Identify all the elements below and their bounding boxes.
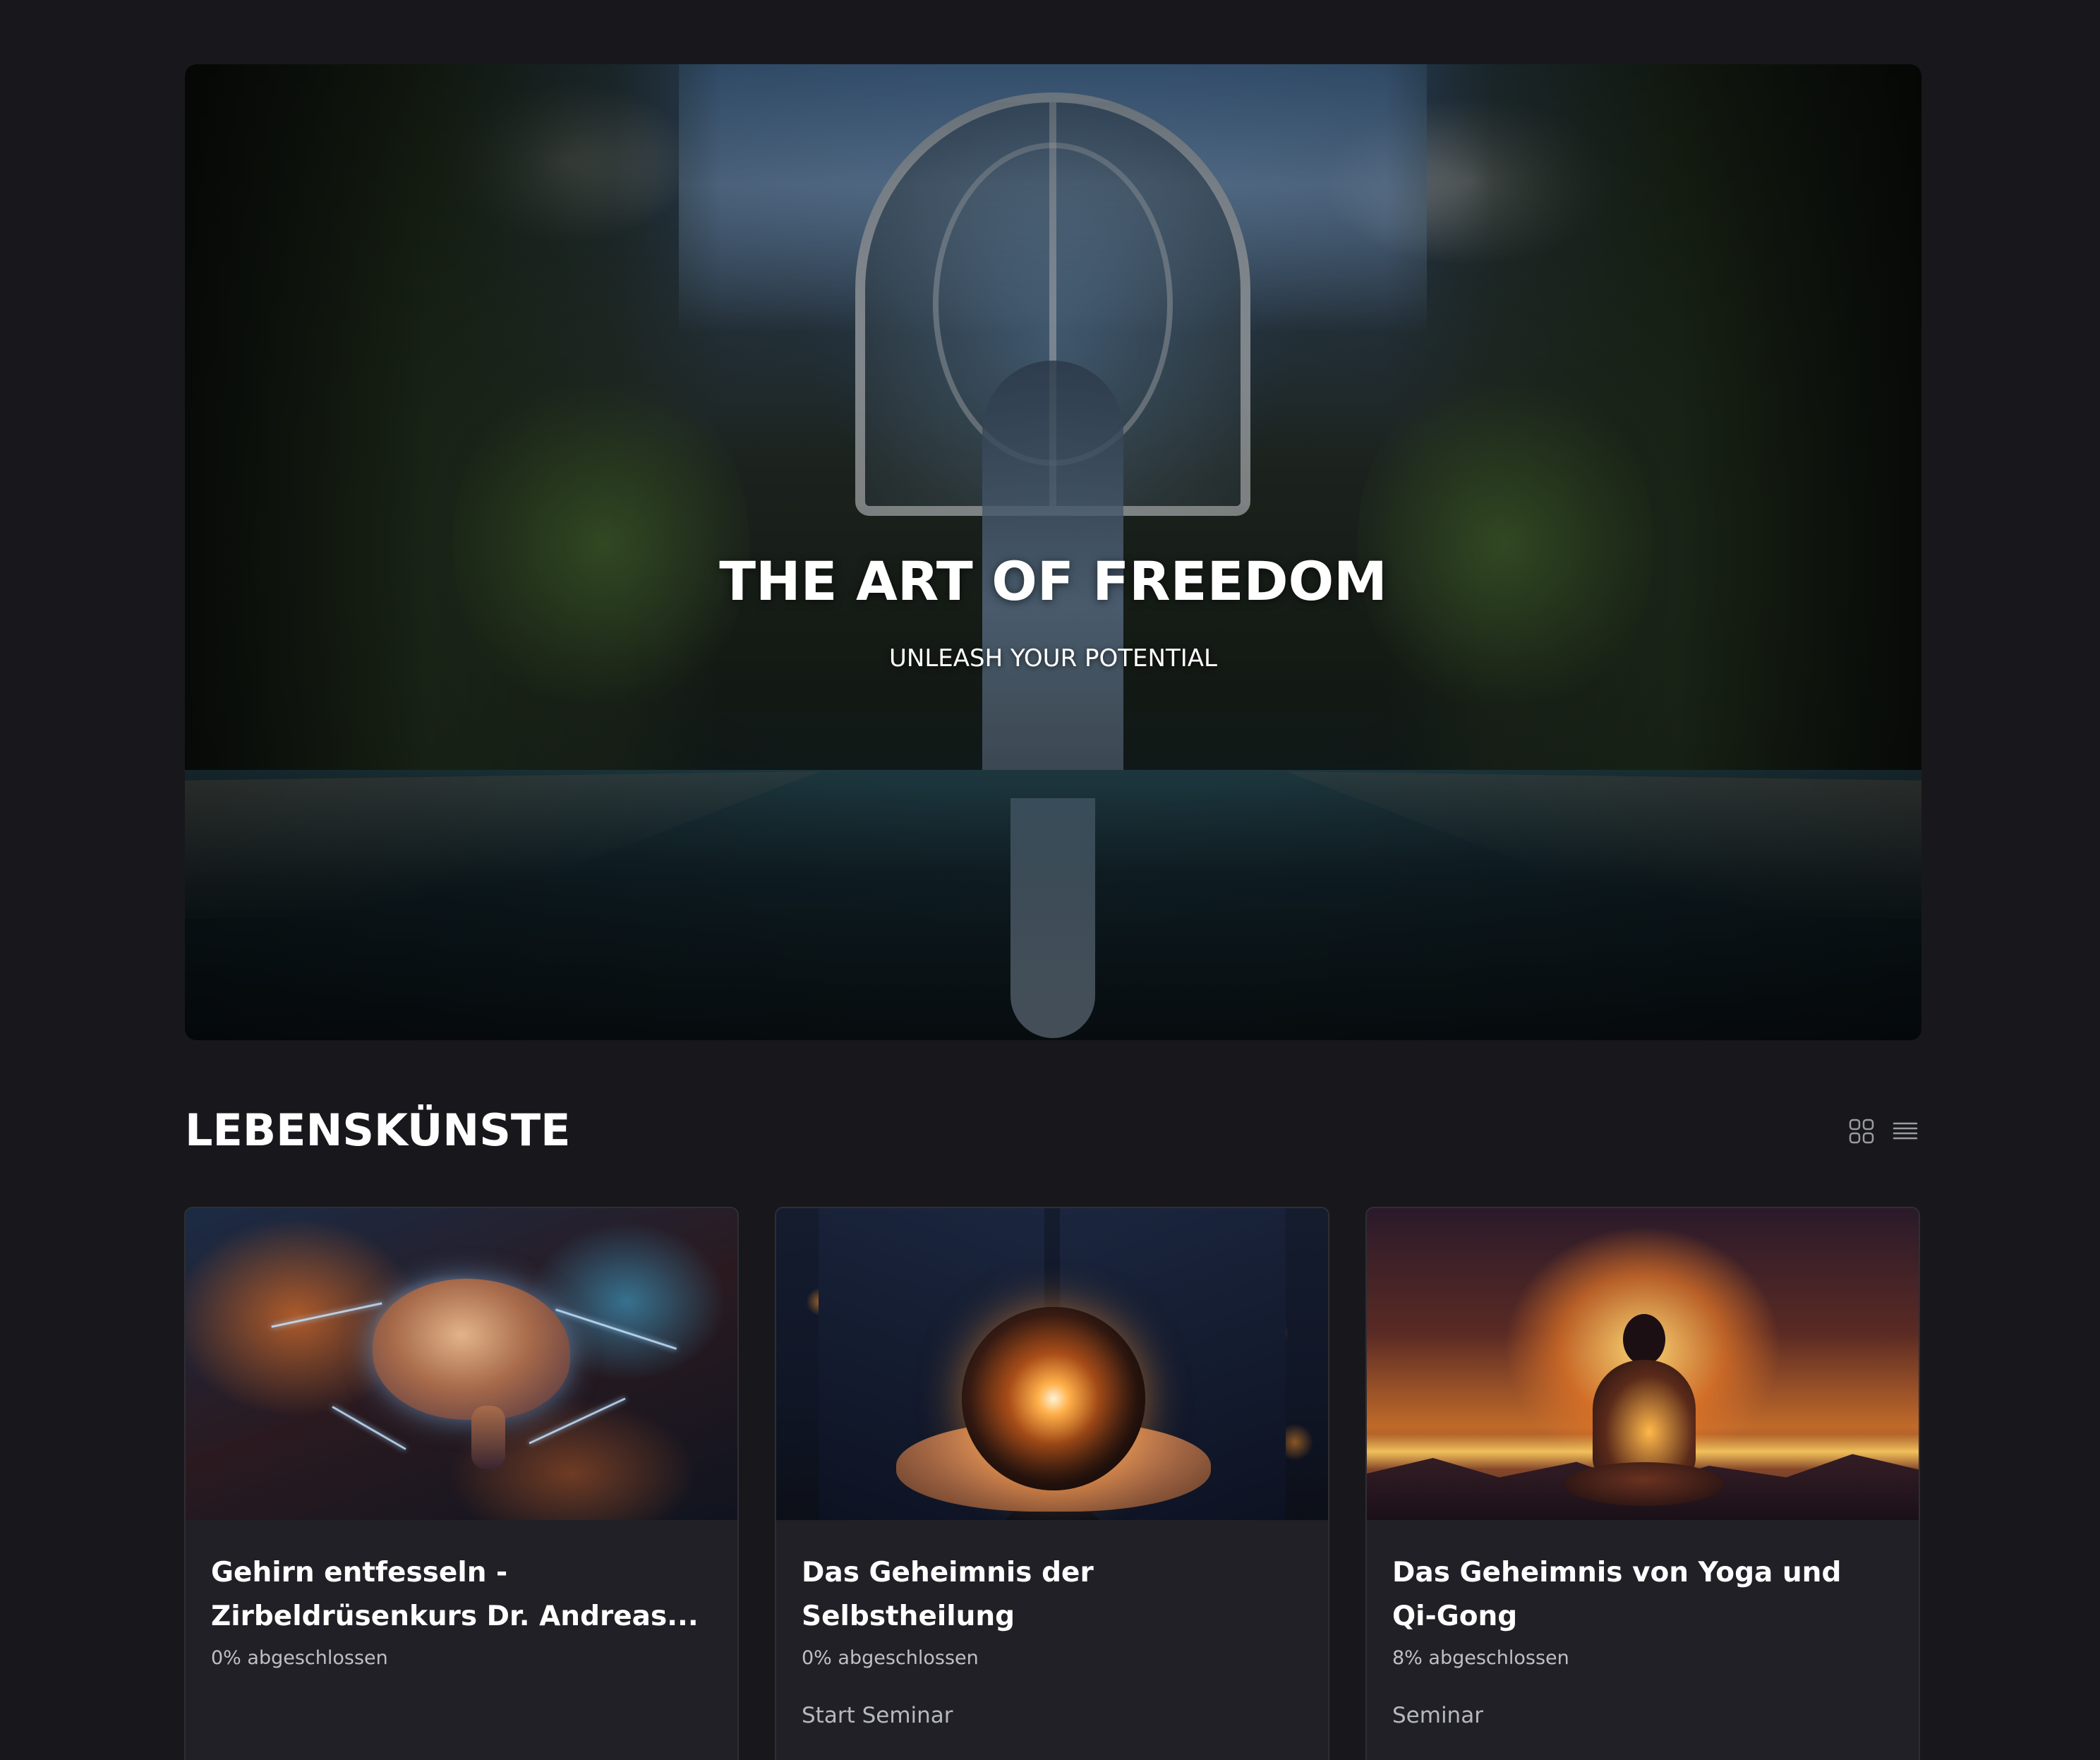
lightning-bolt bbox=[555, 1308, 677, 1350]
course-progress: 0% abgeschlossen bbox=[802, 1647, 979, 1669]
section-title: LEBENSKÜNSTE bbox=[185, 1104, 571, 1156]
card-body: Gehirn entfesseln - Zirbeldrüsenkurs Dr.… bbox=[211, 1520, 712, 1703]
list-view-button[interactable] bbox=[1891, 1117, 1919, 1145]
card-body: Das Geheimnis von Yoga und Qi-Gong 8% ab… bbox=[1392, 1520, 1893, 1728]
meditator-legs bbox=[1564, 1462, 1724, 1506]
hero-banner[interactable]: THE ART OF FREEDOM UNLEASH YOUR POTENTIA… bbox=[185, 64, 1921, 1040]
brain-stem bbox=[471, 1406, 505, 1469]
course-image-meditation bbox=[1367, 1208, 1919, 1520]
lightning-bolt bbox=[332, 1406, 406, 1450]
lightning-bolt bbox=[529, 1397, 626, 1445]
meditator-head bbox=[1623, 1314, 1665, 1365]
brain-illustration bbox=[373, 1279, 570, 1420]
course-image-brain bbox=[186, 1208, 737, 1520]
page: THE ART OF FREEDOM UNLEASH YOUR POTENTIA… bbox=[0, 0, 2100, 1760]
lightning-bolt bbox=[271, 1302, 382, 1328]
start-seminar-link[interactable]: Start Seminar bbox=[802, 1703, 1303, 1728]
course-title: Gehirn entfesseln - Zirbeldrüsenkurs Dr.… bbox=[211, 1557, 699, 1632]
hero-title: THE ART OF FREEDOM bbox=[719, 550, 1387, 613]
course-progress: 0% abgeschlossen bbox=[211, 1647, 388, 1669]
grid-view-icon bbox=[1849, 1119, 1874, 1144]
hero-subtitle: UNLEASH YOUR POTENTIAL bbox=[889, 644, 1217, 673]
course-card[interactable]: Das Geheimnis der Selbstheilung 0% abges… bbox=[775, 1207, 1329, 1760]
crystal-ball bbox=[962, 1307, 1145, 1490]
list-view-icon bbox=[1893, 1119, 1918, 1144]
course-image-crystal-ball bbox=[776, 1208, 1328, 1520]
course-progress: 8% abgeschlossen bbox=[1392, 1647, 1569, 1669]
card-body: Das Geheimnis der Selbstheilung 0% abges… bbox=[802, 1520, 1303, 1728]
course-title: Das Geheimnis der Selbstheilung bbox=[802, 1557, 1094, 1632]
course-card[interactable]: Gehirn entfesseln - Zirbeldrüsenkurs Dr.… bbox=[184, 1207, 739, 1760]
course-card[interactable]: Das Geheimnis von Yoga und Qi-Gong 8% ab… bbox=[1365, 1207, 1920, 1760]
grid-view-button[interactable] bbox=[1847, 1117, 1876, 1145]
course-title: Das Geheimnis von Yoga und Qi-Gong bbox=[1392, 1557, 1842, 1632]
seminar-link[interactable]: Seminar bbox=[1392, 1703, 1893, 1728]
